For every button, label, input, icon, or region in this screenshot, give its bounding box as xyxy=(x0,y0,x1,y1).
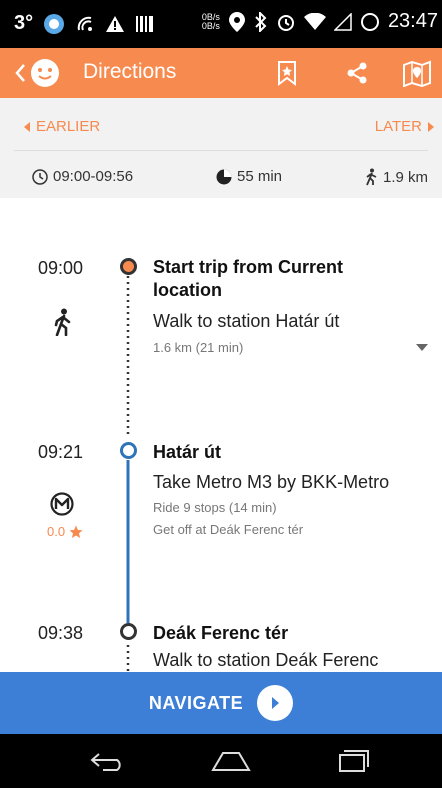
step-title-line2: location xyxy=(153,280,223,300)
triangle-right-icon xyxy=(428,121,434,132)
map-icon xyxy=(402,59,432,87)
step-node-transfer xyxy=(120,623,137,640)
back-chevron-icon xyxy=(14,63,26,83)
step-time: 09:00 xyxy=(38,258,84,278)
earlier-label: EARLIER xyxy=(36,118,101,135)
system-navigation-bar xyxy=(0,734,442,788)
trip-walk-distance: 1.9 km xyxy=(364,168,428,186)
walk-distance-text: 1.9 km xyxy=(383,168,429,186)
status-bar-left: 3° xyxy=(14,12,155,35)
clock-text: 23:47 xyxy=(387,10,438,32)
expand-caret-icon[interactable] xyxy=(416,344,428,352)
bluetooth-icon xyxy=(254,11,268,32)
step-time: 09:38 xyxy=(38,623,84,643)
system-back-button[interactable] xyxy=(88,744,128,778)
battery-icon xyxy=(360,12,380,32)
trip-duration: 55 min xyxy=(216,168,282,185)
walk-small-icon xyxy=(364,168,378,186)
step-action: Take Metro M3 by BKK-Metro xyxy=(153,472,390,492)
page-title: Directions xyxy=(83,60,177,83)
play-icon xyxy=(257,685,294,721)
step-detail: 1.6 km (21 min) xyxy=(153,340,244,355)
triangle-left-icon xyxy=(24,121,30,132)
step-time: 09:21 xyxy=(38,442,84,462)
step-title: Deák Ferenc tér xyxy=(153,623,289,643)
cellular-signal-icon xyxy=(333,12,352,31)
back-button[interactable] xyxy=(14,48,60,98)
clock-icon xyxy=(32,168,48,185)
rating-text: 0.0 xyxy=(47,524,66,539)
step-action: Walk to station Deák Ferenc xyxy=(153,650,379,670)
metro-icon xyxy=(50,492,74,516)
hotspot-icon xyxy=(75,14,95,34)
step-node-metro xyxy=(120,442,137,459)
status-bar-right: 0B/s 0B/s 23:47 xyxy=(202,10,438,33)
bookmark-button[interactable] xyxy=(272,58,302,88)
step-title-line1: Start trip from Current xyxy=(153,257,344,277)
step-node-start xyxy=(120,258,137,275)
network-speed: 0B/s 0B/s xyxy=(201,12,220,31)
app-notification-icon xyxy=(43,13,65,35)
walk-icon xyxy=(52,308,74,336)
itinerary-timeline[interactable]: 09:00 Start trip from Current location W… xyxy=(0,198,442,672)
duration-pie-icon xyxy=(216,169,232,185)
wifi-icon xyxy=(303,12,326,31)
later-button[interactable]: LATER xyxy=(375,118,434,135)
step-title: Határ út xyxy=(153,442,222,462)
bookmark-star-icon xyxy=(277,60,297,86)
alarm-icon xyxy=(276,12,296,32)
warning-icon xyxy=(105,15,125,33)
duration-text: 55 min xyxy=(237,168,283,185)
navigate-button[interactable]: NAVIGATE xyxy=(0,672,442,734)
navigate-label: NAVIGATE xyxy=(148,692,244,713)
app-logo-icon xyxy=(30,58,60,88)
star-icon xyxy=(69,525,83,539)
earlier-button[interactable]: EARLIER xyxy=(24,118,100,135)
later-label: LATER xyxy=(374,118,422,135)
time-range-text: 09:00-09:56 xyxy=(53,168,134,185)
status-bar: 3° 0B/s 0B/s 23:47 xyxy=(0,0,442,48)
system-home-icon xyxy=(211,750,251,772)
trip-time-range: 09:00-09:56 xyxy=(32,168,133,185)
system-back-icon xyxy=(89,750,127,772)
system-recents-icon xyxy=(338,749,370,773)
temperature-text: 3° xyxy=(14,12,34,34)
system-recents-button[interactable] xyxy=(334,744,374,778)
step-detail: Ride 9 stops (14 min) xyxy=(153,500,277,515)
net-down-text: 0B/s xyxy=(201,20,220,31)
system-home-button[interactable] xyxy=(211,744,251,778)
barcode-icon xyxy=(135,15,155,33)
share-button[interactable] xyxy=(342,58,372,88)
rating: 0.0 xyxy=(47,524,83,539)
step-action: Walk to station Határ út xyxy=(153,311,340,331)
trip-time-bar: EARLIER LATER 09:00-09:56 55 min 1.9 km xyxy=(0,98,442,198)
step-detail-2: Get off at Deák Ferenc tér xyxy=(153,522,304,537)
divider xyxy=(14,150,428,151)
share-icon xyxy=(345,61,369,85)
app-bar: Directions xyxy=(0,48,442,98)
location-pin-icon xyxy=(228,11,246,33)
map-view-button[interactable] xyxy=(402,58,432,88)
